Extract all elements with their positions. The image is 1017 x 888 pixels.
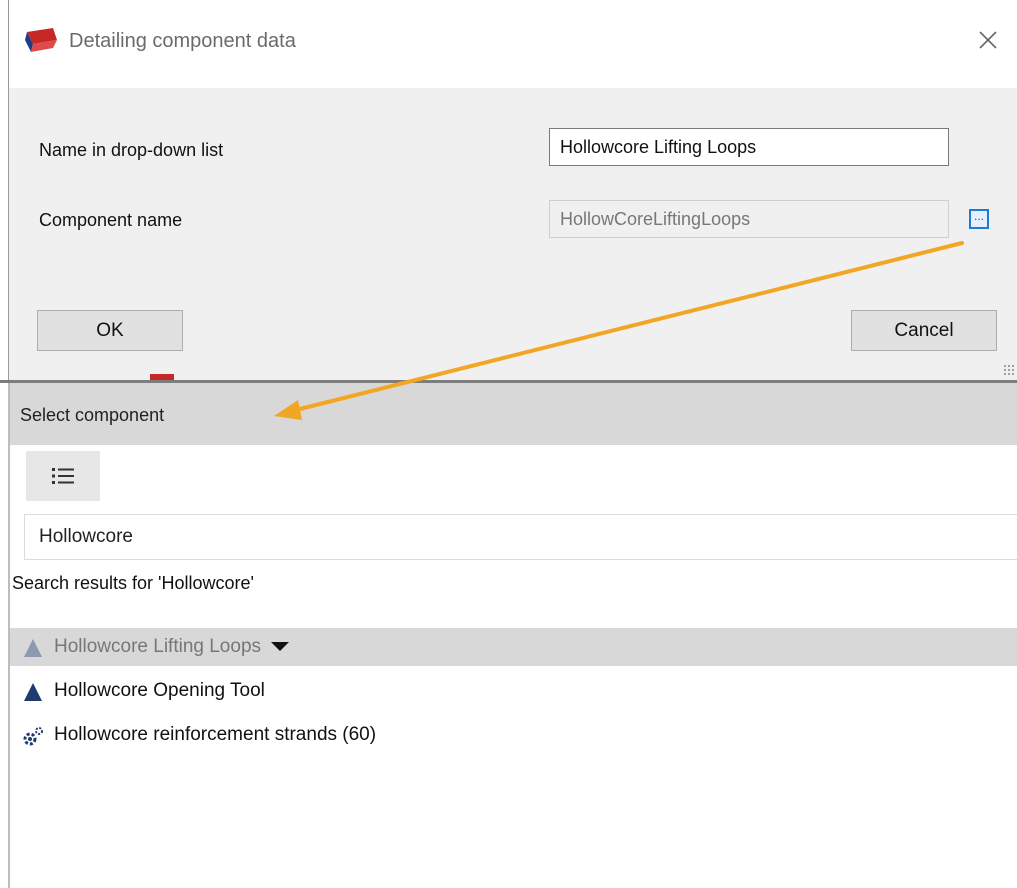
detailing-component-dialog: Detailing component data Name in drop-do… bbox=[8, 0, 1017, 380]
browse-component-button[interactable]: ... bbox=[969, 209, 989, 229]
component-name-field: HollowCoreLiftingLoops bbox=[549, 200, 949, 238]
result-row-hollowcore-opening-tool[interactable]: Hollowcore Opening Tool bbox=[10, 672, 1017, 710]
panel-header: Select component bbox=[10, 383, 1017, 445]
result-row-hollowcore-reinforcement-strands[interactable]: Hollowcore reinforcement strands (60) bbox=[10, 716, 1017, 754]
list-view-icon bbox=[52, 468, 74, 484]
component-triangle-icon bbox=[24, 639, 42, 657]
component-name-label: Component name bbox=[39, 210, 183, 230]
caret-down-icon[interactable] bbox=[271, 642, 290, 652]
plugin-gear-icon bbox=[23, 727, 43, 746]
app-logo-icon bbox=[25, 28, 57, 52]
select-component-panel: Select component Hollowcore Search resul… bbox=[0, 383, 1017, 888]
cancel-button[interactable]: Cancel bbox=[851, 310, 997, 351]
panel-left-edge bbox=[0, 383, 10, 888]
result-label: Hollowcore reinforcement strands (60) bbox=[54, 724, 377, 745]
component-search-input[interactable]: Hollowcore bbox=[24, 514, 1017, 560]
list-view-button[interactable] bbox=[26, 451, 100, 501]
result-label: Hollowcore Opening Tool bbox=[54, 680, 265, 701]
dialog-title: Detailing component data bbox=[69, 30, 296, 52]
panel-toolbar bbox=[10, 445, 1017, 511]
dialog-titlebar: Detailing component data bbox=[9, 0, 1017, 88]
component-triangle-icon bbox=[24, 683, 42, 701]
result-row-hollowcore-lifting-loops[interactable]: Hollowcore Lifting Loops bbox=[10, 628, 1017, 666]
panel-title: Select component bbox=[20, 405, 165, 425]
resize-grip[interactable] bbox=[1003, 364, 1015, 376]
close-icon[interactable] bbox=[976, 28, 1000, 52]
ok-button[interactable]: OK bbox=[37, 310, 183, 351]
screenshot-root: Detailing component data Name in drop-do… bbox=[0, 0, 1017, 888]
name-in-dropdown-input[interactable]: Hollowcore Lifting Loops bbox=[549, 128, 949, 166]
search-results-label: Search results for 'Hollowcore' bbox=[12, 573, 254, 593]
name-in-dropdown-label: Name in drop-down list bbox=[39, 140, 224, 160]
result-label: Hollowcore Lifting Loops bbox=[54, 636, 262, 657]
